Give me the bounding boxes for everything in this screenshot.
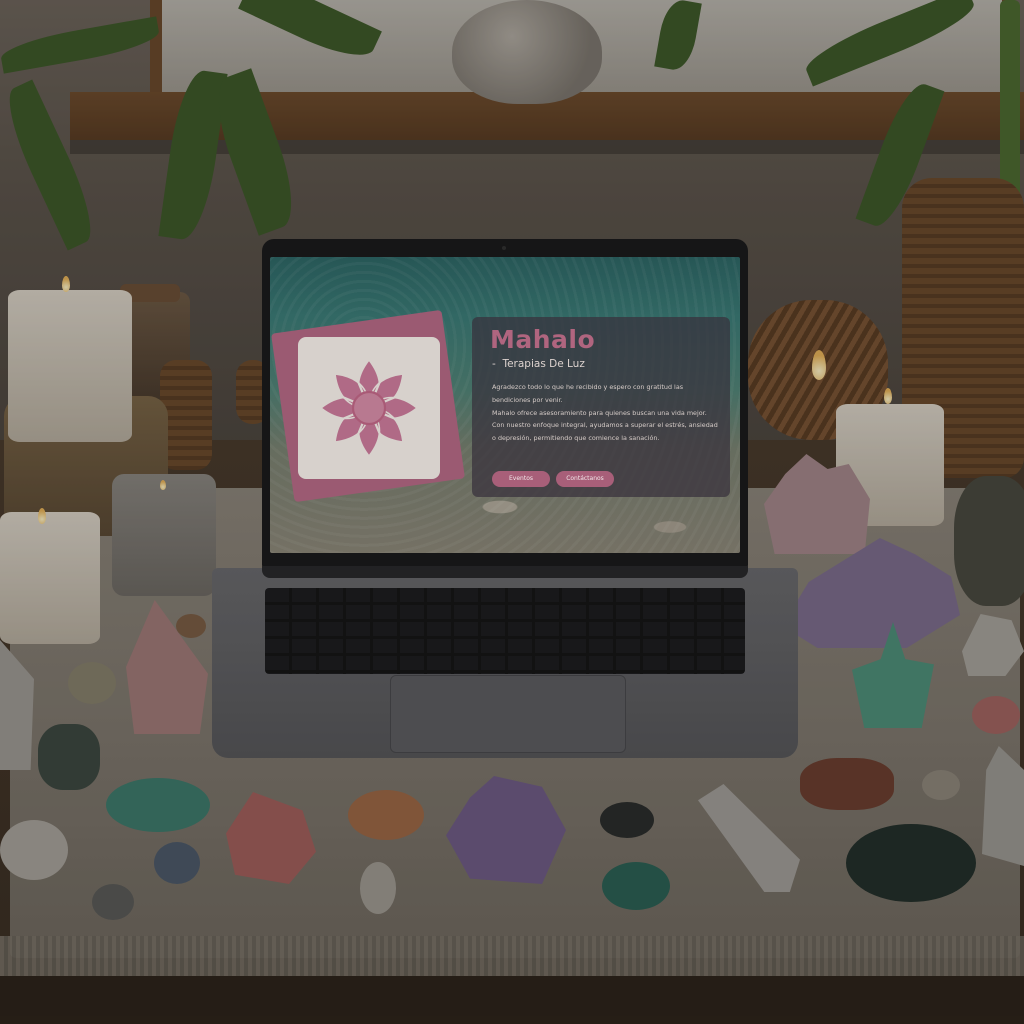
desk-front bbox=[0, 976, 1024, 1024]
dark-tumble-stone bbox=[600, 802, 654, 838]
events-button[interactable]: Eventos bbox=[492, 471, 550, 487]
orange-tumble-stone bbox=[348, 790, 424, 840]
webcam bbox=[502, 246, 506, 250]
lotus-logo-icon bbox=[319, 358, 419, 458]
green-tumble-stone bbox=[106, 778, 210, 832]
jasper-tumble-stone bbox=[800, 758, 894, 810]
candle-flame bbox=[38, 508, 46, 524]
blue-stone bbox=[154, 842, 200, 884]
laptop-screen: Mahalo - Terapias De Luz Agradezco todo … bbox=[270, 257, 740, 553]
candle-flame bbox=[884, 388, 892, 404]
trackpad[interactable] bbox=[390, 675, 626, 753]
agate-stone bbox=[68, 662, 116, 704]
clear-stone bbox=[360, 862, 396, 914]
lantern-flame bbox=[812, 350, 826, 380]
small-stone bbox=[176, 614, 206, 638]
dark-green-stone bbox=[38, 724, 100, 790]
logo-card bbox=[298, 337, 440, 479]
site-title: Mahalo bbox=[490, 325, 596, 354]
site-subtitle-text: Terapias De Luz bbox=[502, 358, 585, 370]
stone-bowl bbox=[954, 476, 1024, 606]
vase bbox=[452, 0, 602, 104]
green-round-stone bbox=[602, 862, 670, 910]
about-text: Mahalo ofrece asesoramiento para quienes… bbox=[492, 408, 718, 443]
laptop-hinge bbox=[262, 566, 748, 578]
small-stone bbox=[92, 884, 134, 920]
keyboard[interactable] bbox=[265, 588, 745, 674]
white-stone bbox=[0, 820, 68, 880]
info-panel: Mahalo - Terapias De Luz Agradezco todo … bbox=[472, 317, 730, 497]
candle bbox=[8, 290, 132, 442]
pink-stone bbox=[972, 696, 1020, 734]
cloth-fringe bbox=[0, 936, 1024, 976]
site-subtitle: - Terapias De Luz bbox=[492, 358, 585, 370]
tin-candle bbox=[112, 474, 216, 596]
candle bbox=[0, 512, 100, 644]
site-description: Agradezco todo lo que he recibido y espe… bbox=[492, 381, 720, 445]
gratitude-text: Agradezco todo lo que he recibido y espe… bbox=[492, 383, 684, 404]
green-oval-stone bbox=[846, 824, 976, 902]
candle-flame bbox=[62, 276, 70, 292]
contact-button[interactable]: Contáctanos bbox=[556, 471, 614, 487]
candle-flame bbox=[160, 480, 166, 490]
small-stone bbox=[922, 770, 960, 800]
